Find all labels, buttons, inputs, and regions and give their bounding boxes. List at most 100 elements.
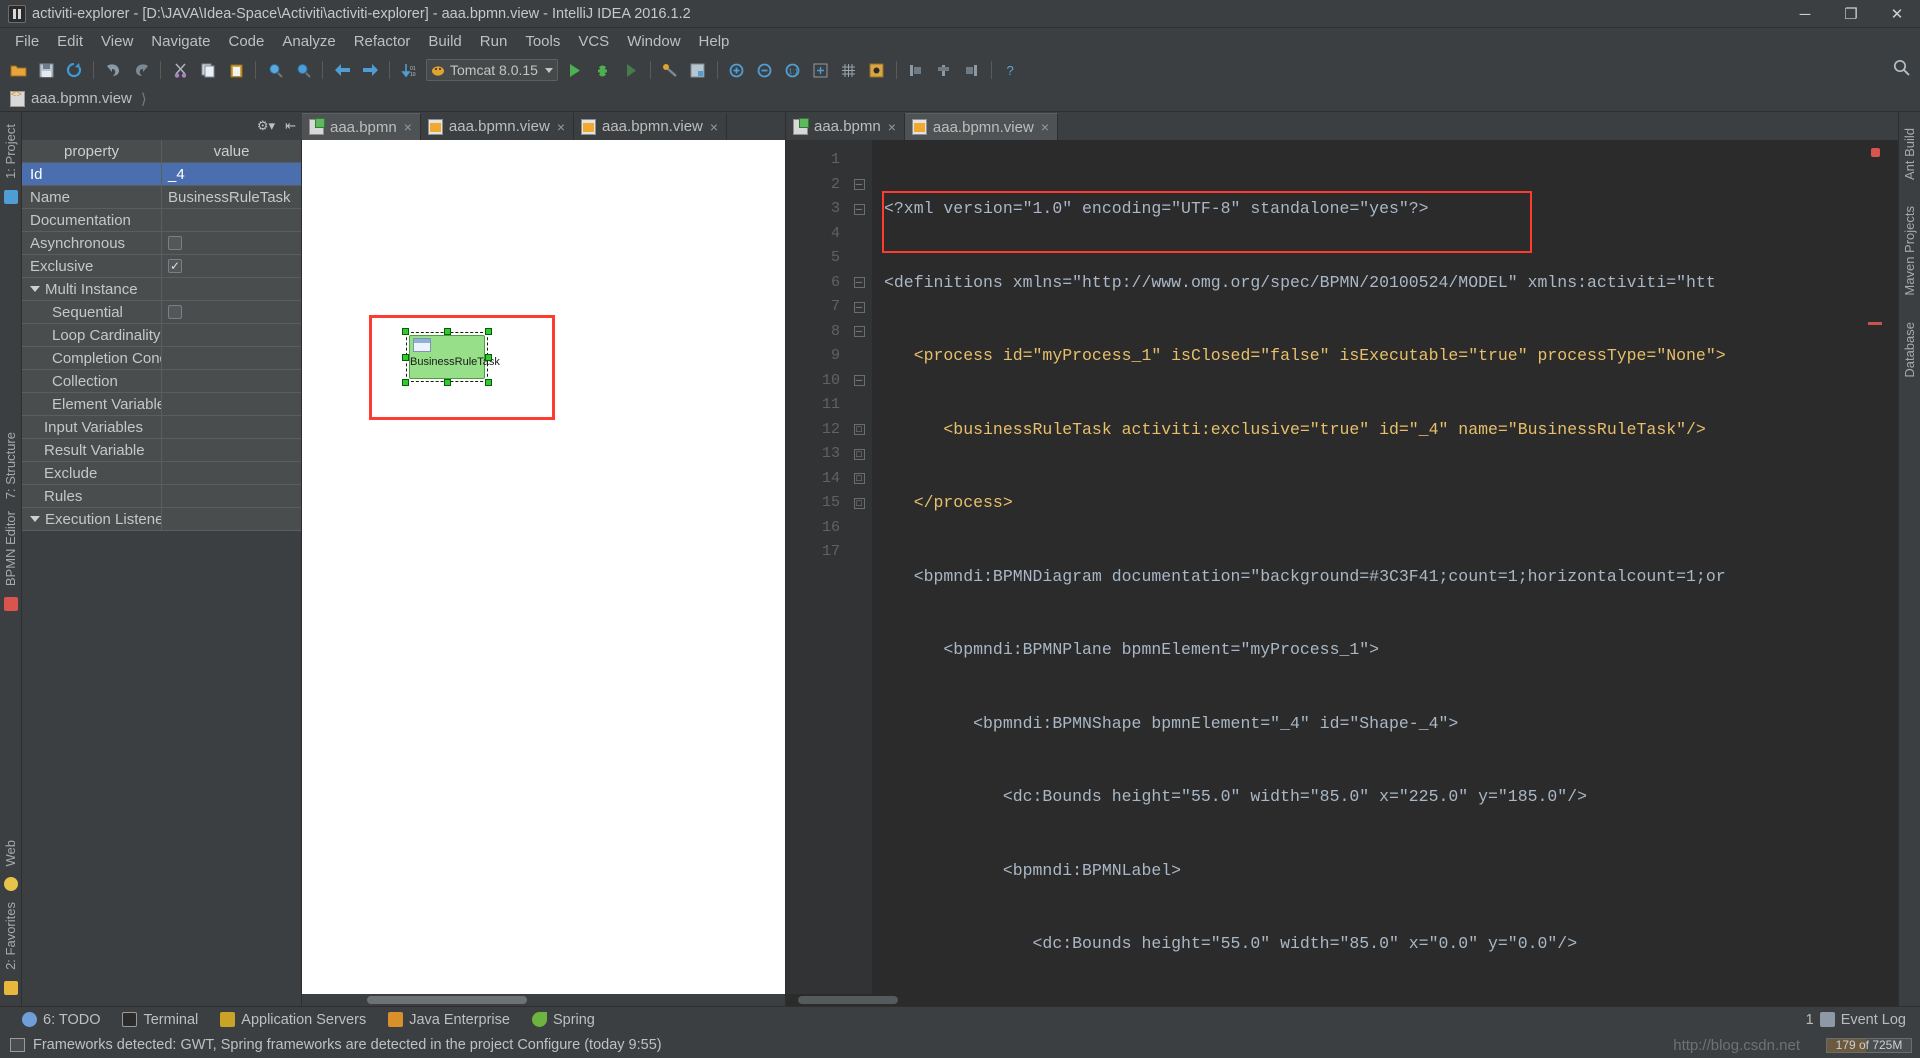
fold-end-label[interactable]: □ [846, 418, 872, 443]
collapse-all-icon[interactable]: ⇤ [285, 118, 296, 134]
maximize-button[interactable]: ❐ [1828, 0, 1874, 28]
scrollbar-thumb[interactable] [367, 996, 527, 1004]
sidebar-item-structure[interactable]: 7: Structure [3, 426, 18, 505]
bottom-tab-terminal[interactable]: Terminal [122, 1012, 198, 1028]
menu-edit[interactable]: Edit [48, 31, 92, 52]
chevron-down-icon[interactable] [30, 286, 40, 292]
error-marker-icon[interactable] [1871, 148, 1880, 157]
memory-indicator[interactable]: 179 of 725M [1826, 1037, 1912, 1053]
close-icon[interactable]: × [404, 119, 412, 135]
designer-tab-aaa-bpmn-view-1[interactable]: aaa.bpmn.view × [421, 113, 574, 140]
table-row[interactable]: Element Variable [22, 393, 301, 416]
fold-toggle-diagram[interactable]: ─ [846, 271, 872, 296]
settings-icon[interactable] [656, 57, 684, 83]
close-icon[interactable]: × [888, 119, 896, 135]
table-row[interactable]: Exclusive ✓ [22, 255, 301, 278]
property-value[interactable] [162, 416, 301, 438]
help-icon[interactable]: ? [997, 57, 1025, 83]
replace-icon[interactable] [289, 57, 317, 83]
editor-tab-aaa-bpmn-view[interactable]: aaa.bpmn.view × [904, 113, 1058, 140]
menu-run[interactable]: Run [471, 31, 517, 52]
menu-view[interactable]: View [92, 31, 142, 52]
designer-tab-aaa-bpmn-view-2[interactable]: aaa.bpmn.view × [574, 113, 728, 140]
resize-handle-nw[interactable] [402, 328, 409, 335]
debug-icon[interactable] [589, 57, 617, 83]
resize-handle-e[interactable] [485, 354, 492, 361]
paste-icon[interactable] [222, 57, 250, 83]
copy-icon[interactable] [194, 57, 222, 83]
forward-icon[interactable] [356, 57, 384, 83]
compile-icon[interactable]: 01 10 [395, 57, 423, 83]
property-value[interactable] [162, 393, 301, 415]
property-value[interactable]: _4 [162, 163, 301, 185]
menu-vcs[interactable]: VCS [569, 31, 618, 52]
sidebar-item-maven-projects[interactable]: Maven Projects [1902, 200, 1917, 302]
zoom-in-icon[interactable] [723, 57, 751, 83]
property-value[interactable] [162, 439, 301, 461]
chevron-down-icon[interactable] [30, 516, 40, 522]
menu-file[interactable]: File [6, 31, 48, 52]
scrollbar-thumb[interactable] [798, 996, 898, 1004]
editor-horizontal-scrollbar[interactable] [786, 994, 1898, 1006]
exclusive-checkbox[interactable]: ✓ [168, 259, 182, 273]
menu-tools[interactable]: Tools [516, 31, 569, 52]
sidebar-item-ant-build[interactable]: Ant Build [1902, 122, 1917, 186]
resize-handle-ne[interactable] [485, 328, 492, 335]
align-left-icon[interactable] [902, 57, 930, 83]
sidebar-item-project[interactable]: 1: Project [3, 118, 18, 185]
bottom-tab-application-servers[interactable]: Application Servers [220, 1012, 366, 1028]
run-icon[interactable] [561, 57, 589, 83]
menu-refactor[interactable]: Refactor [345, 31, 420, 52]
align-center-icon[interactable] [930, 57, 958, 83]
fold-end-shape[interactable]: □ [846, 442, 872, 467]
table-row[interactable]: Rules [22, 485, 301, 508]
back-icon[interactable] [328, 57, 356, 83]
property-value[interactable] [162, 462, 301, 484]
sync-icon[interactable] [60, 57, 88, 83]
property-value[interactable] [162, 232, 301, 254]
run-coverage-icon[interactable] [617, 57, 645, 83]
menu-help[interactable]: Help [690, 31, 739, 52]
editor-vertical-scrollbar[interactable] [1884, 140, 1898, 994]
fold-toggle-process[interactable]: ─ [846, 197, 872, 222]
close-icon[interactable]: × [1041, 119, 1049, 135]
bottom-tab-spring[interactable]: Spring [531, 1012, 595, 1028]
zoom-out-icon[interactable] [751, 57, 779, 83]
resize-handle-w[interactable] [402, 354, 409, 361]
open-folder-icon[interactable] [4, 57, 32, 83]
event-log-tab[interactable]: 1 Event Log [1806, 1012, 1906, 1028]
sequential-checkbox[interactable] [168, 305, 182, 319]
error-stripe-marker[interactable] [1868, 322, 1882, 325]
fold-end-diagram[interactable]: □ [846, 491, 872, 516]
web-icon[interactable] [3, 877, 18, 892]
find-icon[interactable] [261, 57, 289, 83]
close-icon[interactable]: × [557, 119, 565, 135]
table-row[interactable]: Input Variables [22, 416, 301, 439]
status-message[interactable]: Frameworks detected: GWT, Spring framewo… [33, 1037, 662, 1053]
bottom-tab-todo[interactable]: 6: TODO [22, 1012, 100, 1028]
snap-icon[interactable] [863, 57, 891, 83]
grid-icon[interactable] [835, 57, 863, 83]
actual-size-icon[interactable]: 1:1 [779, 57, 807, 83]
table-row[interactable]: Result Variable [22, 439, 301, 462]
table-row[interactable]: Id _4 [22, 163, 301, 186]
favorites-star-icon[interactable] [3, 981, 18, 995]
close-button[interactable]: ✕ [1874, 0, 1920, 28]
gear-icon[interactable]: ⚙▾ [257, 118, 275, 134]
bpmn-business-rule-task-node[interactable]: BusinessRuleTask [402, 328, 500, 386]
table-row[interactable]: Loop Cardinality [22, 324, 301, 347]
table-row[interactable]: Documentation [22, 209, 301, 232]
resize-handle-n[interactable] [444, 328, 451, 335]
table-row[interactable]: Name BusinessRuleTask [22, 186, 301, 209]
undo-icon[interactable] [99, 57, 127, 83]
sidebar-item-favorites[interactable]: 2: Favorites [3, 896, 18, 976]
sidebar-item-web[interactable]: Web [3, 834, 18, 873]
canvas-horizontal-scrollbar[interactable] [302, 994, 785, 1006]
cut-icon[interactable] [166, 57, 194, 83]
table-row[interactable]: Completion Condi [22, 347, 301, 370]
property-value[interactable] [162, 347, 301, 369]
property-value[interactable]: ✓ [162, 255, 301, 277]
project-icon[interactable] [3, 189, 18, 204]
property-value[interactable] [162, 324, 301, 346]
property-value[interactable] [162, 370, 301, 392]
